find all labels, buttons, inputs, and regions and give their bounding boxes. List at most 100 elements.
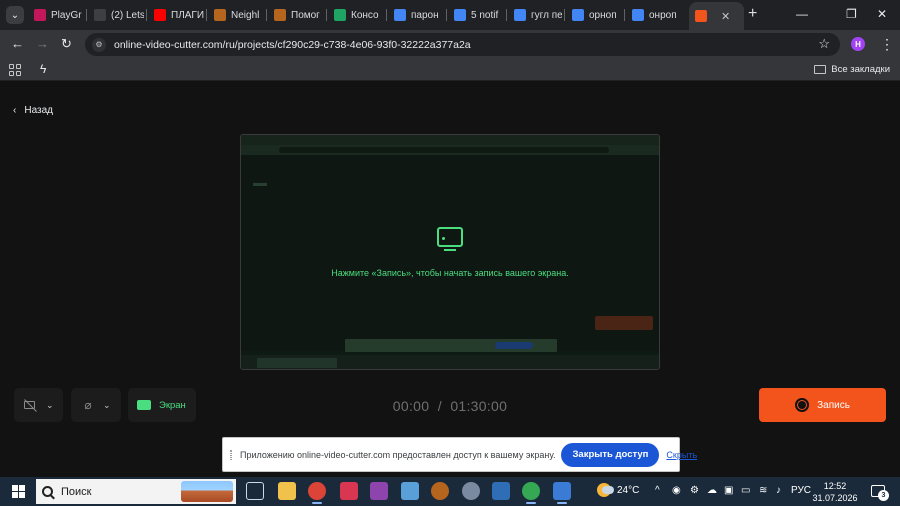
bookmarks-bar: ϟ Все закладки: [0, 59, 900, 81]
address-url: online-video-cutter.com/ru/projects/cf29…: [114, 38, 471, 51]
taskbar-clock[interactable]: 12:52 31.07.2026: [810, 480, 860, 504]
preview-share-button: [495, 342, 533, 349]
browser-tab[interactable]: ✕: [689, 2, 744, 30]
browser-tab[interactable]: (2) Lets: [88, 4, 144, 26]
tab-separator: [266, 9, 267, 21]
windows-taskbar: Поиск 24°C ^ ◉ ⚙ ☁ ▣ ▭ ≋ ♪ РУС 12:52 31.…: [0, 477, 900, 506]
back-label: Назад: [24, 105, 53, 116]
tab-search-button[interactable]: ⌄: [6, 6, 24, 24]
address-bar[interactable]: ⚙ online-video-cutter.com/ru/projects/cf…: [85, 33, 840, 56]
app-red-icon[interactable]: [340, 482, 358, 500]
bookmark-star-icon[interactable]: ☆: [818, 36, 830, 52]
restore-button[interactable]: ❐: [846, 7, 857, 21]
browser-tab[interactable]: парон: [388, 4, 444, 26]
google-icon: [394, 9, 406, 21]
battery-icon[interactable]: ▭: [741, 485, 750, 496]
app-window-icon[interactable]: [553, 482, 571, 504]
browser-tab[interactable]: Помог: [268, 4, 324, 26]
chrome-icon[interactable]: [522, 482, 540, 504]
timer-limit: 01:30:00: [450, 398, 508, 414]
screen-share-bar: Приложению online-video-cutter.com предо…: [222, 437, 697, 472]
tab-label: 5 notif: [471, 9, 499, 21]
winrar-icon[interactable]: [370, 482, 388, 500]
close-window-button[interactable]: ✕: [877, 7, 887, 21]
preview-search: [257, 358, 337, 368]
browser-tab[interactable]: 5 notif: [448, 4, 504, 26]
bolt-icon: [94, 9, 106, 21]
weather-temp: 24°C: [617, 484, 640, 496]
chrome-profile-icon[interactable]: [308, 482, 326, 504]
profile-avatar[interactable]: Н: [851, 37, 865, 51]
browser-menu-icon[interactable]: ⋮: [880, 36, 894, 53]
tab-separator: [386, 9, 387, 21]
search-label: Поиск: [61, 485, 92, 498]
windows-start-icon[interactable]: [12, 485, 25, 498]
tab-label: орноп: [589, 9, 617, 21]
app-blue-icon[interactable]: [492, 482, 510, 500]
settings-tray-icon[interactable]: ⚙: [690, 485, 699, 496]
clock-time: 12:52: [823, 481, 847, 491]
search-icon: [42, 486, 53, 497]
browser-tab-strip: ⌄ PlayGr (2) Lets ПЛАГИ Neighl Помог Консо пар…: [0, 0, 900, 30]
bookmark-bolt-icon[interactable]: ϟ: [40, 62, 46, 76]
forward-arrow-button[interactable]: →: [36, 37, 49, 51]
back-link[interactable]: ‹ Назад: [13, 105, 53, 116]
wifi-icon[interactable]: ≋: [759, 485, 767, 496]
notification-count-badge: 3: [878, 490, 889, 501]
google-drive-icon: [334, 9, 346, 21]
drag-handle-icon[interactable]: [230, 449, 232, 460]
hide-share-bar-link[interactable]: Скрыть: [666, 450, 697, 460]
tray-app-icon[interactable]: ▣: [724, 485, 733, 496]
back-arrow-button[interactable]: ←: [11, 37, 24, 51]
search-highlight-image: [181, 481, 233, 502]
chevron-up-icon[interactable]: ^: [655, 485, 660, 496]
browser-tab[interactable]: Neighl: [208, 4, 264, 26]
tab-separator: [326, 9, 327, 21]
preview-tabbar: [241, 135, 659, 145]
tab-label: гугл пе: [531, 9, 562, 21]
notepad-icon[interactable]: [401, 482, 419, 500]
browser-tab[interactable]: ПЛАГИ: [148, 4, 204, 26]
tab-label: онроп: [649, 9, 677, 21]
language-indicator[interactable]: РУС: [791, 485, 811, 496]
tab-label: ПЛАГИ: [171, 9, 204, 21]
volume-icon[interactable]: ♪: [776, 485, 781, 496]
cloud-tray-icon[interactable]: ☁: [707, 485, 717, 496]
browser-tab[interactable]: гугл пе: [508, 4, 562, 26]
weather-widget[interactable]: 24°C: [597, 483, 639, 497]
browser-tab[interactable]: онроп: [626, 4, 684, 26]
browser-tab[interactable]: орноп: [566, 4, 622, 26]
all-bookmarks-button[interactable]: Все закладки: [814, 64, 890, 75]
all-bookmarks-label: Все закладки: [831, 64, 890, 75]
stop-sharing-button[interactable]: Закрыть доступ: [561, 442, 660, 467]
close-tab-icon[interactable]: ✕: [721, 10, 730, 23]
apps-grid-icon[interactable]: [9, 64, 21, 76]
tab-label: Помог: [291, 9, 320, 21]
browser-tab[interactable]: PlayGr: [28, 4, 84, 26]
youtube-icon: [154, 9, 166, 21]
tab-separator: [446, 9, 447, 21]
reload-button[interactable]: ↻: [61, 37, 72, 51]
person-icon: [274, 9, 286, 21]
tab-label: парон: [411, 9, 439, 21]
app-globe-icon[interactable]: [462, 482, 480, 500]
tab-label: PlayGr: [51, 9, 82, 21]
taskbar-search[interactable]: Поиск: [36, 479, 236, 504]
google-icon: [514, 9, 526, 21]
record-icon: [695, 10, 707, 22]
recorder-page: ‹ Назад Нажмите «Запись», чтобы начать з…: [0, 81, 900, 477]
site-info-icon[interactable]: ⚙: [92, 37, 106, 52]
preview-back-link: [253, 183, 267, 186]
clock-date: 31.07.2026: [812, 493, 858, 503]
browser-tab[interactable]: Консо: [328, 4, 384, 26]
app-person-icon[interactable]: [431, 482, 449, 500]
task-view-icon[interactable]: [246, 482, 264, 500]
playground-icon: [34, 9, 46, 21]
record-button[interactable]: Запись: [759, 388, 886, 422]
record-tray-icon[interactable]: ◉: [672, 485, 681, 496]
new-tab-button[interactable]: +: [748, 6, 757, 22]
monitor-icon: [437, 227, 463, 251]
tab-label: (2) Lets: [111, 9, 144, 21]
file-explorer-icon[interactable]: [278, 482, 296, 500]
minimize-button[interactable]: —: [796, 7, 808, 21]
